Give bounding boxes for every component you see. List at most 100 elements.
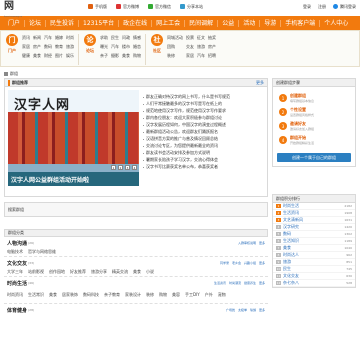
nav-item-forum[interactable]: 论坛	[25, 19, 47, 27]
group-item[interactable]: 户外	[205, 292, 213, 298]
subnav-link[interactable]: 教育	[55, 44, 63, 50]
news-item[interactable]: 交流讨论专区，为您提供最新最全的资讯	[143, 143, 264, 150]
register-link[interactable]: 注册	[318, 4, 326, 10]
ranking-row[interactable]: 11 文化交友 630	[273, 273, 355, 280]
subnav-link[interactable]: 同城活动	[167, 35, 183, 41]
ranking-row[interactable]: 9 旅游 851	[273, 259, 355, 266]
slide-dot[interactable]: 3	[125, 165, 130, 170]
group-item[interactable]: 购物	[159, 292, 167, 298]
ranking-row[interactable]: 10 民生 745	[273, 266, 355, 273]
subnav-link[interactable]: 曝光	[100, 44, 108, 50]
subnav-link[interactable]: 数码	[44, 44, 52, 50]
nav-item-charity[interactable]: 公益	[218, 19, 240, 27]
subnav-link[interactable]: 旅游	[66, 44, 74, 50]
subnav-link[interactable]: 财经	[44, 53, 52, 59]
ranking-row[interactable]: 1 时尚生活 2182	[273, 203, 355, 210]
news-item[interactable]: 群友读书会活动安排及参加方式说明	[143, 150, 264, 157]
subnav-link[interactable]: 情感	[133, 35, 141, 41]
subnav-link[interactable]: 家居	[186, 53, 194, 59]
portal-badge[interactable]: 门 门户	[5, 34, 19, 62]
group-category-link[interactable]: 老乡会	[232, 261, 241, 265]
subnav-link[interactable]: 摄影	[111, 53, 119, 59]
news-item[interactable]: 汉语拼音方案的推广与普及情况回顾总结	[143, 136, 264, 143]
top-link-weibo[interactable]: 官方微博	[116, 4, 139, 10]
login-link[interactable]: 登录	[303, 4, 311, 10]
ranking-row[interactable]: 7 美食 1040	[273, 245, 355, 252]
subnav-link[interactable]: 团购	[167, 44, 183, 50]
group-category-link[interactable]: 更多	[259, 261, 265, 265]
group-item[interactable]: 宠物	[218, 292, 226, 298]
nav-item-guide[interactable]: 导游	[260, 19, 282, 27]
slide-dot[interactable]: 2	[118, 165, 123, 170]
nav-item-union[interactable]: 网上工会	[152, 19, 186, 27]
group-category-link[interactable]: 同学录	[220, 261, 229, 265]
group-category-link[interactable]: 太极拳	[238, 308, 247, 312]
subnav-link[interactable]: 民生	[111, 35, 119, 41]
group-category-link[interactable]: 广场舞	[226, 308, 235, 312]
group-category-link[interactable]: 健康养生	[244, 281, 256, 285]
subnav-link[interactable]: 求助	[100, 35, 108, 41]
subnav-link[interactable]: 汽车	[197, 53, 205, 59]
subnav-link[interactable]: 房产	[33, 44, 41, 50]
top-link-mobile[interactable]: 手机版	[88, 4, 107, 10]
subnav-link[interactable]: 美食	[33, 53, 41, 59]
group-category-name[interactable]: 时尚生活	[7, 280, 27, 287]
top-link-share[interactable]: 分享本站	[180, 4, 203, 10]
subnav-link[interactable]: 楼市	[122, 44, 130, 50]
subnav-link[interactable]: 资讯	[22, 35, 30, 41]
group-category-link[interactable]: 更多	[259, 241, 265, 245]
ranking-row[interactable]: 4 汉字研究 1420	[273, 224, 355, 231]
subnav-link[interactable]: 汽车	[111, 44, 119, 50]
ranking-row[interactable]: 8 时尚达人 962	[273, 252, 355, 259]
subnav-link[interactable]: 图片	[55, 53, 63, 59]
group-item[interactable]: 美容	[172, 292, 180, 298]
qq-login-link[interactable]: 腾讯登录	[333, 4, 356, 10]
subnav-link[interactable]: 征文	[197, 35, 205, 41]
subnav-link[interactable]: 交友	[186, 44, 194, 50]
news-item[interactable]: 规范地使用汉字写作，规范使用汉字写作要求	[143, 108, 264, 115]
news-item[interactable]: 最新群组活动公告，欢迎群友们踊跃报名	[143, 129, 264, 136]
group-item[interactable]: 好友推荐	[70, 269, 86, 275]
community-badge[interactable]: 社 社区	[150, 34, 164, 62]
nav-item-events[interactable]: 活动	[239, 19, 261, 27]
ranking-row[interactable]: 3 文艺清新风 1631	[273, 217, 355, 224]
group-category-name[interactable]: 人物沟通	[7, 240, 27, 247]
group-category-name[interactable]: 体育健身	[7, 307, 27, 314]
group-category-link[interactable]: 瑜伽	[250, 308, 256, 312]
slide-caption[interactable]: 汉字人网公益群组活动开始啦	[8, 172, 139, 186]
nav-item-portal[interactable]: 门户	[4, 19, 26, 27]
ranking-row[interactable]: 2 生活资讯 1908	[273, 210, 355, 217]
subnav-link[interactable]: 家居	[22, 44, 30, 50]
subnav-link[interactable]: 抽奖	[208, 35, 216, 41]
featured-more-link[interactable]: 更多	[256, 80, 264, 86]
subnav-link[interactable]: 装修	[167, 53, 183, 59]
subnav-link[interactable]: 婚恋	[133, 44, 141, 50]
group-category-name[interactable]: 文化交友	[7, 260, 27, 267]
news-item[interactable]: 汉字发展历程如何，中国汉字的演变过程概述	[143, 122, 264, 129]
group-item[interactable]: 美食	[133, 269, 141, 275]
subnav-link[interactable]: 新闻	[33, 35, 41, 41]
slide-dot[interactable]: 1	[111, 165, 116, 170]
subnav-link[interactable]: 购物	[133, 53, 141, 59]
group-item[interactable]: 生活常识	[28, 292, 44, 298]
group-item[interactable]: 数码科技	[83, 292, 99, 298]
subnav-link[interactable]: 招聘	[208, 53, 216, 59]
featured-slideshow[interactable]: 汉字人网 1 2 3 4 汉字人网公益群组活动开始啦	[8, 90, 139, 186]
group-item[interactable]: 电脑技术	[7, 249, 23, 255]
group-item[interactable]: 站前影视	[28, 269, 44, 275]
group-item[interactable]: 时尚资讯	[7, 292, 23, 298]
group-item[interactable]: 居家装饰	[62, 292, 78, 298]
create-group-button[interactable]: 创建一个属于自己的群组	[277, 153, 351, 162]
group-item[interactable]: 小说	[146, 269, 154, 275]
group-item[interactable]: 装修	[146, 292, 154, 298]
nav-item-gov[interactable]: 政企在线	[119, 19, 153, 27]
group-item[interactable]: 亲子教育	[104, 292, 120, 298]
ranking-row[interactable]: 12 杂七杂八 528	[273, 280, 355, 287]
home-icon[interactable]	[4, 72, 8, 76]
group-category-link[interactable]: 时尚潮流	[229, 281, 241, 285]
subnav-link[interactable]: 婚嫁	[55, 35, 63, 41]
news-item[interactable]: 群内各位朋友：欢迎大家积极参与群组讨论	[143, 115, 264, 122]
group-item[interactable]: 哲学与网络思维	[28, 249, 56, 255]
nav-item-mobile-client[interactable]: 手机客户端	[281, 19, 321, 27]
group-category-link[interactable]: 更多	[259, 308, 265, 312]
